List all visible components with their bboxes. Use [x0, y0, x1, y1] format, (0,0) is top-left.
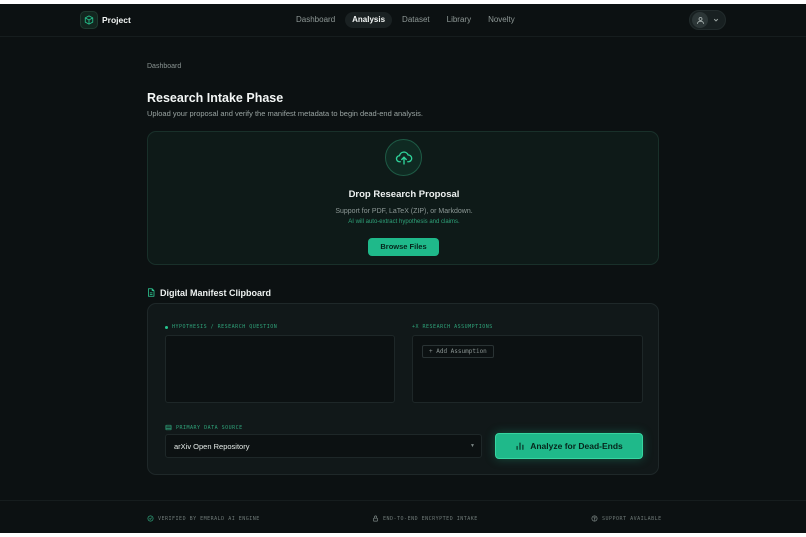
- proposal-dropzone[interactable]: Drop Research Proposal Support for PDF, …: [147, 131, 659, 265]
- nav-analysis[interactable]: Analysis: [345, 12, 393, 28]
- help-circle-icon: [591, 515, 598, 522]
- nav-dataset[interactable]: Dataset: [395, 12, 437, 28]
- footer-bar: VERIFIED BY EMERALD AI ENGINE END-TO-END…: [0, 500, 806, 533]
- footer-verified-text: VERIFIED BY EMERALD AI ENGINE: [158, 515, 260, 522]
- manifest-section-header: Digital Manifest Clipboard: [147, 284, 271, 302]
- hypothesis-textarea[interactable]: [165, 335, 395, 403]
- dropzone-support-text: Support for PDF, LaTeX (ZIP), or Markdow…: [335, 208, 473, 215]
- footer-verified: VERIFIED BY EMERALD AI ENGINE: [147, 515, 260, 522]
- status-dot-icon: [165, 325, 168, 329]
- nav-novelty[interactable]: Novelty: [481, 12, 522, 28]
- app-window: Project Dashboard Analysis Dataset Libra…: [0, 4, 806, 533]
- main-nav: Dashboard Analysis Dataset Library Novel…: [289, 12, 525, 28]
- footer-encrypted-text: END-TO-END ENCRYPTED INTAKE: [383, 515, 478, 522]
- data-source-value: arXiv Open Repository: [174, 442, 250, 451]
- footer-support-text: SUPPORT AVAILABLE: [602, 515, 662, 522]
- breadcrumb[interactable]: Dashboard: [147, 63, 181, 70]
- dropzone-ai-hint: AI will auto-extract hypothesis and clai…: [348, 219, 460, 225]
- caret-down-icon: ▼: [470, 443, 475, 449]
- manifest-section-title: Digital Manifest Clipboard: [160, 288, 272, 298]
- document-icon: [147, 284, 155, 302]
- assumptions-label: +X RESEARCH ASSUMPTIONS: [412, 324, 493, 330]
- page-title: Research Intake Phase: [147, 91, 284, 105]
- cube-icon: [80, 11, 98, 29]
- bar-chart-icon: [515, 441, 525, 451]
- manifest-panel: HYPOTHESIS / RESEARCH QUESTION +X RESEAR…: [147, 303, 659, 475]
- lock-icon: [373, 515, 378, 522]
- chevron-down-icon: [713, 17, 719, 23]
- data-source-label-text: PRIMARY DATA SOURCE: [176, 424, 243, 431]
- footer-encrypted: END-TO-END ENCRYPTED INTAKE: [372, 515, 478, 522]
- analyze-dead-ends-button[interactable]: Analyze for Dead-Ends: [495, 433, 643, 459]
- user-menu-button[interactable]: [689, 10, 726, 30]
- footer-support[interactable]: SUPPORT AVAILABLE: [591, 515, 662, 522]
- check-circle-icon: [147, 515, 154, 522]
- assumptions-list: + Add Assumption: [412, 335, 643, 403]
- add-assumption-button[interactable]: + Add Assumption: [422, 345, 494, 358]
- page-subtitle: Upload your proposal and verify the mani…: [147, 109, 424, 118]
- database-icon: [165, 424, 172, 431]
- nav-library[interactable]: Library: [440, 12, 478, 28]
- analyze-button-label: Analyze for Dead-Ends: [530, 441, 623, 451]
- hypothesis-label: HYPOTHESIS / RESEARCH QUESTION: [165, 324, 277, 330]
- cloud-upload-icon: [385, 139, 422, 176]
- brand[interactable]: Project: [80, 11, 131, 29]
- brand-name: Project: [102, 15, 131, 25]
- hypothesis-label-text: HYPOTHESIS / RESEARCH QUESTION: [172, 324, 278, 330]
- top-nav-bar: Project Dashboard Analysis Dataset Libra…: [0, 4, 806, 37]
- browse-files-button[interactable]: Browse Files: [368, 238, 439, 256]
- data-source-label: PRIMARY DATA SOURCE: [165, 424, 243, 431]
- data-source-select[interactable]: arXiv Open Repository ▼: [165, 434, 482, 458]
- user-icon: [692, 12, 708, 28]
- nav-dashboard[interactable]: Dashboard: [289, 12, 342, 28]
- dropzone-title: Drop Research Proposal: [348, 189, 460, 200]
